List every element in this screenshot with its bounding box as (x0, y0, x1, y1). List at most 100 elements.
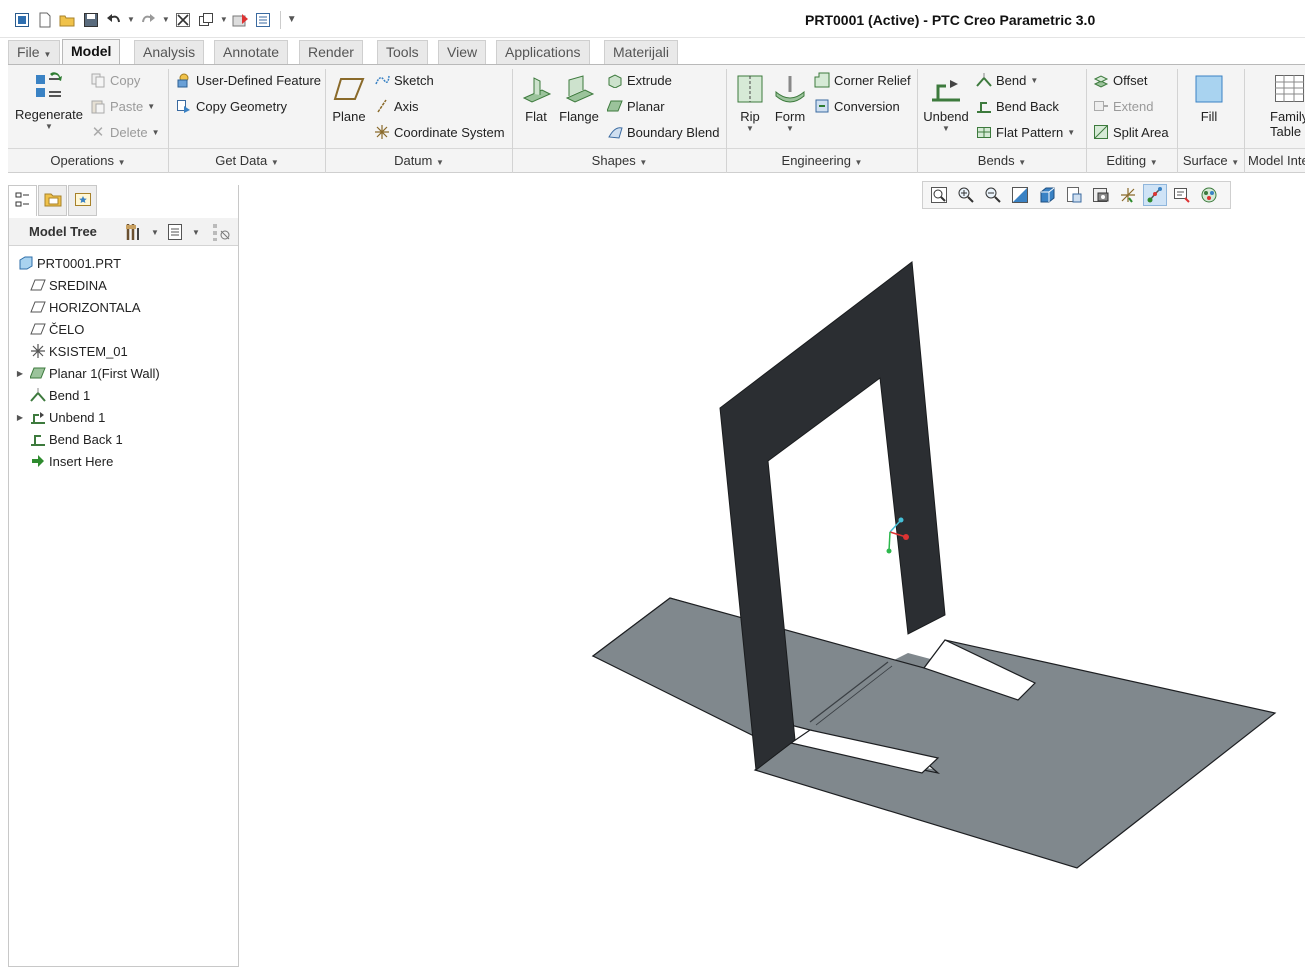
view-manager-icon[interactable] (1089, 184, 1113, 206)
tree-filters-icon[interactable] (212, 222, 232, 245)
tab-analysis[interactable]: Analysis (134, 40, 205, 64)
favorites-tab[interactable] (68, 185, 97, 216)
save-icon[interactable] (81, 10, 100, 29)
chevron-down-icon[interactable]: ▼ (151, 228, 159, 237)
chevron-down-icon[interactable]: ▼ (192, 228, 200, 237)
customize-qat-icon[interactable]: ▼ (287, 14, 297, 25)
unbend-button[interactable]: Unbend ▼ (920, 73, 972, 133)
flat-pattern-button[interactable]: Flat Pattern ▼ (976, 124, 1075, 140)
app-menu-icon[interactable] (12, 10, 31, 29)
appearance-icon[interactable] (1197, 184, 1221, 206)
tree-item-planar-1[interactable]: ▶ Planar 1(First Wall) (14, 363, 160, 383)
group-engineering[interactable]: Engineering ▼ (727, 148, 917, 173)
form-button[interactable]: Form ▼ (770, 73, 810, 133)
close-window-icon[interactable] (174, 10, 193, 29)
model-tree-icon (15, 192, 31, 211)
tab-annotate[interactable]: Annotate (214, 40, 289, 64)
tree-item-bend-1[interactable]: Bend 1 (14, 385, 90, 405)
corner-relief-button[interactable]: Corner Relief (814, 72, 911, 88)
redo-icon[interactable] (139, 10, 158, 29)
delete-icon: ✕ (91, 124, 105, 141)
open-file-icon[interactable] (58, 10, 77, 29)
folder-browser-tab[interactable] (38, 185, 67, 216)
chevron-down-icon: ▼ (639, 158, 648, 167)
coordinate-system-button[interactable]: Coordinate System (374, 124, 505, 140)
group-operations[interactable]: Operations ▼ (8, 148, 168, 173)
refit-icon[interactable] (927, 184, 951, 206)
expand-arrow-icon[interactable]: ▶ (14, 369, 26, 378)
delete-button[interactable]: ✕ Delete ▼ (90, 124, 160, 141)
extrude-button[interactable]: Extrude (607, 72, 672, 88)
rip-button[interactable]: Rip ▼ (730, 73, 770, 133)
axis-button[interactable]: Axis (374, 98, 419, 114)
family-table-button[interactable]: Family Table (1252, 73, 1305, 139)
regenerate-button[interactable]: Regenerate ▼ (14, 71, 84, 131)
spin-center-icon[interactable] (1143, 184, 1167, 206)
tree-item-part[interactable]: PRT0001.PRT (14, 253, 121, 273)
offset-button[interactable]: Offset (1093, 72, 1147, 88)
tree-item-ksistem[interactable]: KSISTEM_01 (14, 341, 128, 361)
favorites-icon (74, 191, 92, 210)
undo-dropdown-icon[interactable]: ▼ (127, 15, 135, 24)
tree-settings-icon[interactable] (125, 222, 143, 245)
tab-render[interactable]: Render (299, 40, 363, 64)
group-surface[interactable]: Surface ▼ (1178, 148, 1244, 173)
model-tree-tab[interactable] (8, 185, 37, 216)
conversion-button[interactable]: Conversion (814, 98, 900, 114)
paste-button[interactable]: Paste ▼ (90, 98, 155, 114)
tab-view[interactable]: View (438, 40, 487, 64)
group-datum[interactable]: Datum ▼ (326, 148, 512, 173)
tree-item-celo[interactable]: ČELO (14, 319, 84, 339)
display-style-icon[interactable] (1035, 184, 1059, 206)
zoom-out-icon[interactable] (981, 184, 1005, 206)
group-editing[interactable]: Editing ▼ (1087, 148, 1177, 173)
tree-item-bend-back-1[interactable]: Bend Back 1 (14, 429, 123, 449)
copy-button[interactable]: Copy (90, 72, 140, 88)
udf-button[interactable]: User-Defined Feature (176, 72, 321, 88)
tree-item-sredina[interactable]: SREDINA (14, 275, 107, 295)
annotation-display-icon[interactable] (1170, 184, 1194, 206)
group-model-intent[interactable]: Model Inte (1245, 148, 1305, 173)
sheetmetal-model[interactable] (240, 210, 1305, 967)
tab-applications[interactable]: Applications (496, 40, 590, 64)
group-bends[interactable]: Bends ▼ (918, 148, 1086, 173)
tree-item-horizontala[interactable]: HORIZONTALA (14, 297, 141, 317)
extend-button[interactable]: Extend (1093, 98, 1153, 114)
tab-tools[interactable]: Tools (377, 40, 428, 64)
bend-button[interactable]: Bend ▼ (976, 72, 1038, 88)
boundary-blend-button[interactable]: Boundary Blend (607, 124, 720, 140)
saved-orientations-icon[interactable] (1062, 184, 1086, 206)
expand-arrow-icon[interactable]: ▶ (14, 413, 26, 422)
tab-file[interactable]: File ▼ (8, 40, 61, 64)
tree-item-insert-here[interactable]: Insert Here (14, 451, 113, 471)
repaint-icon[interactable] (1008, 184, 1032, 206)
windows-dropdown-icon[interactable]: ▼ (220, 15, 228, 24)
split-area-button[interactable]: Split Area (1093, 124, 1169, 140)
datum-display-icon[interactable] (1116, 184, 1140, 206)
undo-icon[interactable] (104, 10, 123, 29)
flat-button[interactable]: Flat (516, 73, 556, 124)
tab-model[interactable]: Model (62, 39, 121, 65)
new-file-icon[interactable] (35, 10, 54, 29)
group-get-data[interactable]: Get Data ▼ (169, 148, 325, 173)
tree-columns-icon[interactable] (167, 223, 183, 244)
chevron-down-icon: ▼ (854, 158, 863, 167)
offset-label: Offset (1113, 72, 1148, 88)
fill-button[interactable]: Fill (1188, 73, 1230, 124)
windows-icon[interactable] (197, 10, 216, 29)
plane-button[interactable]: Plane (329, 73, 369, 124)
group-shapes[interactable]: Shapes ▼ (513, 148, 726, 173)
planar-label: Planar (627, 98, 665, 114)
sketch-button[interactable]: Sketch (374, 72, 434, 88)
tree-item-unbend-1[interactable]: ▶ Unbend 1 (14, 407, 105, 427)
graphics-viewport[interactable] (240, 210, 1305, 967)
flange-button[interactable]: Flange (558, 73, 600, 124)
copy-geometry-button[interactable]: Copy Geometry (176, 98, 287, 114)
bend-back-button[interactable]: Bend Back (976, 98, 1059, 114)
zoom-in-icon[interactable] (954, 184, 978, 206)
tab-materijali[interactable]: Materijali (604, 40, 679, 64)
regenerate-qat-icon[interactable] (232, 10, 251, 29)
switch-windows-icon[interactable] (255, 10, 274, 29)
planar-button[interactable]: Planar (607, 98, 665, 114)
redo-dropdown-icon[interactable]: ▼ (162, 15, 170, 24)
